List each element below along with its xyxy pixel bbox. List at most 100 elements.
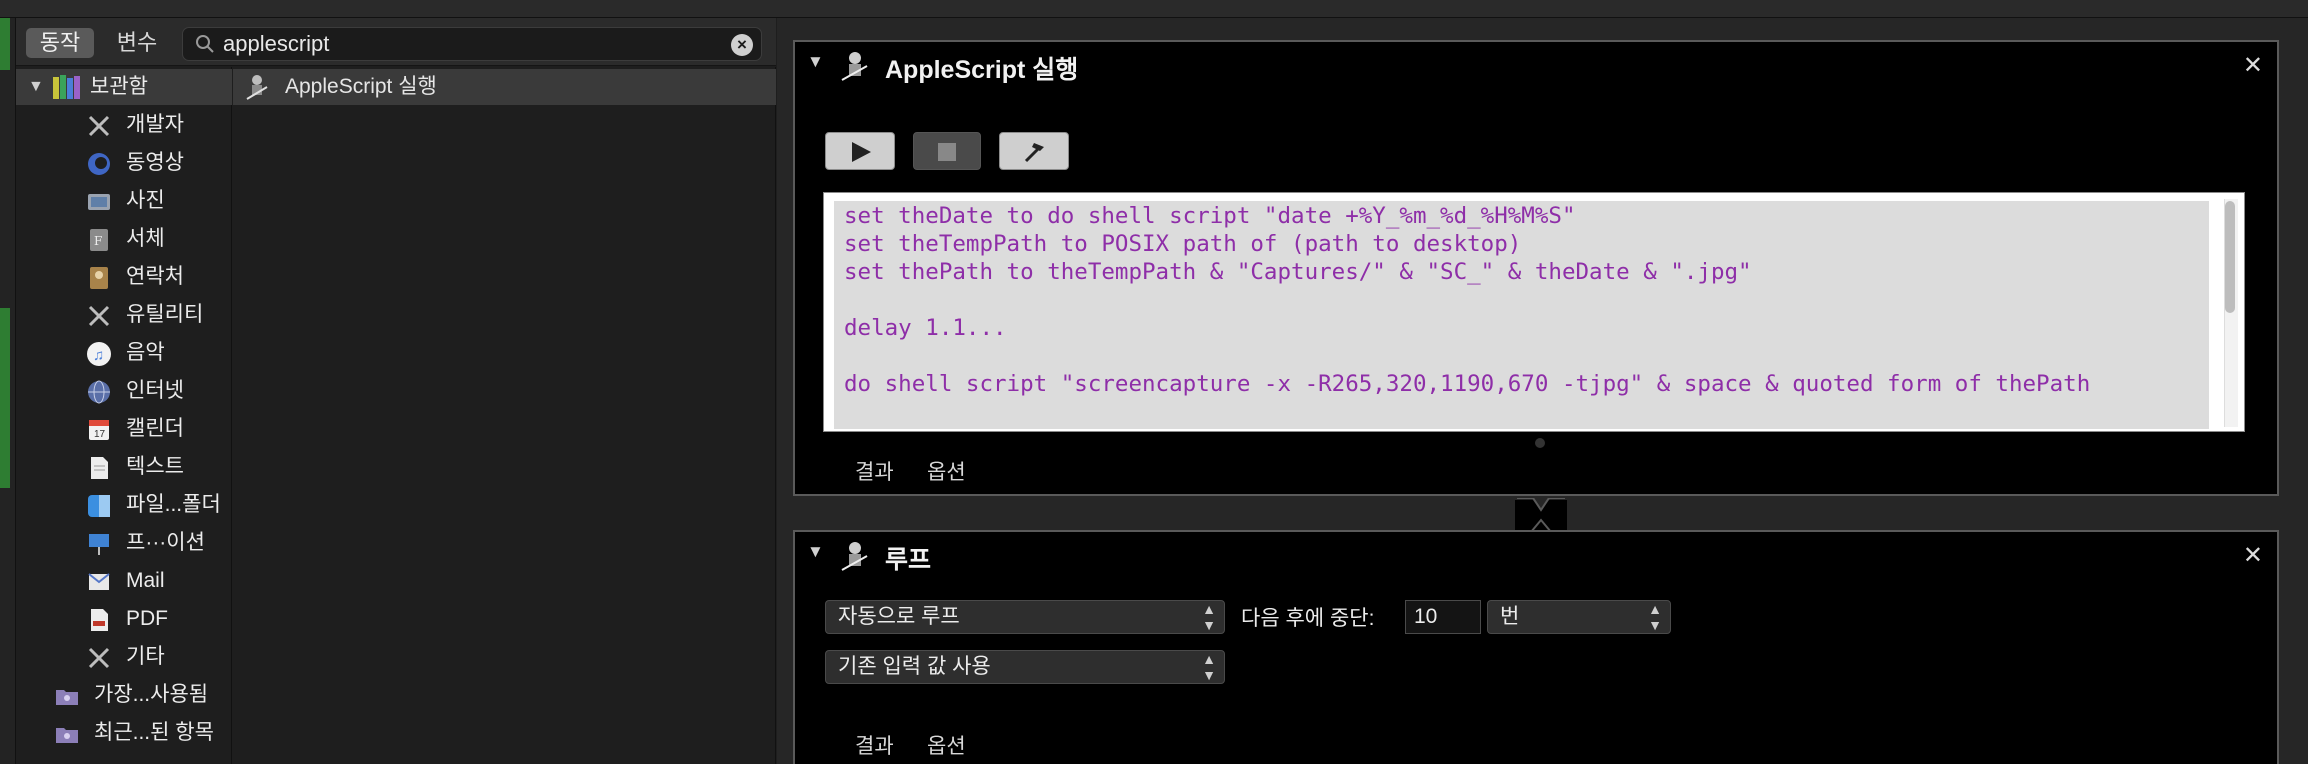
resize-handle[interactable] xyxy=(1535,438,1545,448)
code-line: set thePath to theTempPath & "Captures/"… xyxy=(844,259,1752,285)
search-icon xyxy=(196,35,214,53)
tab-actions[interactable]: 동작 xyxy=(26,28,94,58)
library-list[interactable]: ▼ 보관함 개발자 동영상 사진 F 서체 연락처 유틸리티 ♫ 음악 인터넷 … xyxy=(16,67,232,764)
calendar-icon: 17 xyxy=(89,420,109,440)
green-edge-mark xyxy=(0,18,10,70)
library-item-label: 파일...폴더 xyxy=(126,493,221,516)
tab-results[interactable]: 결과 xyxy=(855,456,894,486)
library-item-label: 음악 xyxy=(126,341,165,364)
code-line: set theDate to do shell script "date +%Y… xyxy=(844,203,1576,229)
library-item-label: 동영상 xyxy=(126,151,184,174)
stop-after-count-input[interactable] xyxy=(1405,600,1481,634)
library-root-label: 보관함 xyxy=(90,75,148,98)
chevron-updown-icon: ▲ ▼ xyxy=(1202,651,1216,683)
library-item-label: 사진 xyxy=(126,189,165,212)
library-item-label: Mail xyxy=(126,569,165,592)
action-panel-applescript[interactable]: ▼ AppleScript 실행 ✕ set theDate to do she… xyxy=(793,40,2279,496)
mail-icon xyxy=(88,573,110,590)
library-item-mail[interactable]: Mail xyxy=(16,563,232,599)
automator-robot-icon xyxy=(841,52,868,81)
library-item-other[interactable]: 기타 xyxy=(16,639,232,675)
disclosure-triangle-icon[interactable]: ▼ xyxy=(28,69,44,105)
panel-header: ▼ 루프 ✕ xyxy=(795,532,2277,580)
music-icon: ♫ xyxy=(87,342,111,366)
chevron-updown-icon: ▲ ▼ xyxy=(1648,601,1662,633)
action-item-label: AppleScript 실행 xyxy=(285,75,437,98)
panel-title: AppleScript 실행 xyxy=(885,56,1079,84)
library-item-files-folders[interactable]: 파일...폴더 xyxy=(16,487,232,523)
automator-window: 동작 변수 × ▼ 보관함 개발자 동영상 사진 xyxy=(0,0,2308,764)
tab-options[interactable]: 옵션 xyxy=(927,730,966,760)
action-item-run-applescript[interactable]: AppleScript 실행 xyxy=(233,69,776,105)
library-item-label: 인터넷 xyxy=(126,379,184,402)
unit-select[interactable]: 번 ▲ ▼ xyxy=(1487,600,1671,634)
svg-text:17: 17 xyxy=(94,429,106,440)
script-editor[interactable]: set theDate to do shell script "date +%Y… xyxy=(823,192,2245,432)
library-root[interactable]: ▼ 보관함 xyxy=(16,69,232,105)
input-mode-select[interactable]: 기존 입력 값 사용 ▲ ▼ xyxy=(825,650,1225,684)
library-item-label: 텍스트 xyxy=(126,455,184,478)
presentation-icon xyxy=(89,534,109,555)
tab-options[interactable]: 옵션 xyxy=(927,456,966,486)
clear-search-icon[interactable]: × xyxy=(731,34,753,56)
library-item-utilities[interactable]: 유틸리티 xyxy=(16,297,232,333)
smart-folder-label: 최근...된 항목 xyxy=(94,721,214,744)
action-panel-loop[interactable]: ▼ 루프 ✕ 자동으로 루프 ▲▼ 다음 후에 중단: 번 ▲▼ 기존 입력 값… xyxy=(793,530,2279,764)
library-item-internet[interactable]: 인터넷 xyxy=(16,373,232,409)
collapse-triangle-icon[interactable]: ▼ xyxy=(807,542,824,562)
code-line: do shell script "screencapture -x -R265,… xyxy=(844,371,2091,397)
video-icon xyxy=(88,153,110,175)
library-books-icon xyxy=(53,75,80,99)
tab-results[interactable]: 결과 xyxy=(855,730,894,760)
automator-robot-icon xyxy=(246,75,268,100)
smart-folder-recently-added[interactable]: 최근...된 항목 xyxy=(16,715,232,751)
script-text-area[interactable]: set theDate to do shell script "date +%Y… xyxy=(834,201,2209,429)
search-field[interactable]: × xyxy=(182,27,762,61)
library-item-pdf[interactable]: PDF xyxy=(16,601,232,637)
library-item-photos[interactable]: 사진 xyxy=(16,183,232,219)
library-item-label: 프···이션 xyxy=(126,531,205,554)
library-item-developer[interactable]: 개발자 xyxy=(16,107,232,143)
text-icon xyxy=(91,457,108,479)
library-item-music[interactable]: ♫ 음악 xyxy=(16,335,232,371)
font-icon: F xyxy=(90,229,108,251)
smart-folder-most-used[interactable]: 가장...사용됨 xyxy=(16,677,232,713)
search-input[interactable] xyxy=(223,31,703,57)
stop-button[interactable] xyxy=(913,132,981,170)
close-icon[interactable]: ✕ xyxy=(2243,541,2263,570)
tab-variables[interactable]: 변수 xyxy=(102,28,172,58)
loop-mode-select[interactable]: 자동으로 루프 ▲ ▼ xyxy=(825,600,1225,634)
select-value: 기존 입력 값 사용 xyxy=(838,655,991,678)
library-item-fonts[interactable]: F 서체 xyxy=(16,221,232,257)
svg-text:♫: ♫ xyxy=(93,347,104,364)
automator-robot-icon xyxy=(841,542,868,571)
library-item-contacts[interactable]: 연락처 xyxy=(16,259,232,295)
svg-text:F: F xyxy=(94,234,102,248)
finder-icon xyxy=(88,495,110,517)
action-connector-icon xyxy=(1515,498,1567,532)
library-item-text[interactable]: 텍스트 xyxy=(16,449,232,485)
scrollbar-thumb[interactable] xyxy=(2225,201,2235,313)
library-item-presentation[interactable]: 프···이션 xyxy=(16,525,232,561)
library-item-calendar[interactable]: 17 캘린더 xyxy=(16,411,232,447)
hammer-icon xyxy=(1024,143,1044,163)
window-top-strip xyxy=(0,0,2308,18)
actions-list[interactable]: AppleScript 실행 xyxy=(233,67,776,764)
compile-button[interactable] xyxy=(999,132,1069,170)
library-item-label: 연락처 xyxy=(126,265,184,288)
close-icon[interactable]: ✕ xyxy=(2243,51,2263,80)
collapse-triangle-icon[interactable]: ▼ xyxy=(807,52,824,72)
stop-after-label: 다음 후에 중단: xyxy=(1241,607,1375,630)
play-icon xyxy=(852,142,871,162)
chevron-updown-icon: ▲ ▼ xyxy=(1202,601,1216,633)
code-line: set theTempPath to POSIX path of (path t… xyxy=(844,231,1522,257)
globe-icon xyxy=(88,380,110,404)
smart-folder-label: 가장...사용됨 xyxy=(94,683,209,706)
library-item-label: PDF xyxy=(126,607,168,630)
run-button[interactable] xyxy=(825,132,895,170)
panel-title: 루프 xyxy=(885,546,932,574)
workflow-area[interactable]: ▼ AppleScript 실행 ✕ set theDate to do she… xyxy=(777,18,2308,764)
library-toolbar: 동작 변수 × xyxy=(16,18,776,66)
library-item-label: 유틸리티 xyxy=(126,303,204,326)
library-item-video[interactable]: 동영상 xyxy=(16,145,232,181)
